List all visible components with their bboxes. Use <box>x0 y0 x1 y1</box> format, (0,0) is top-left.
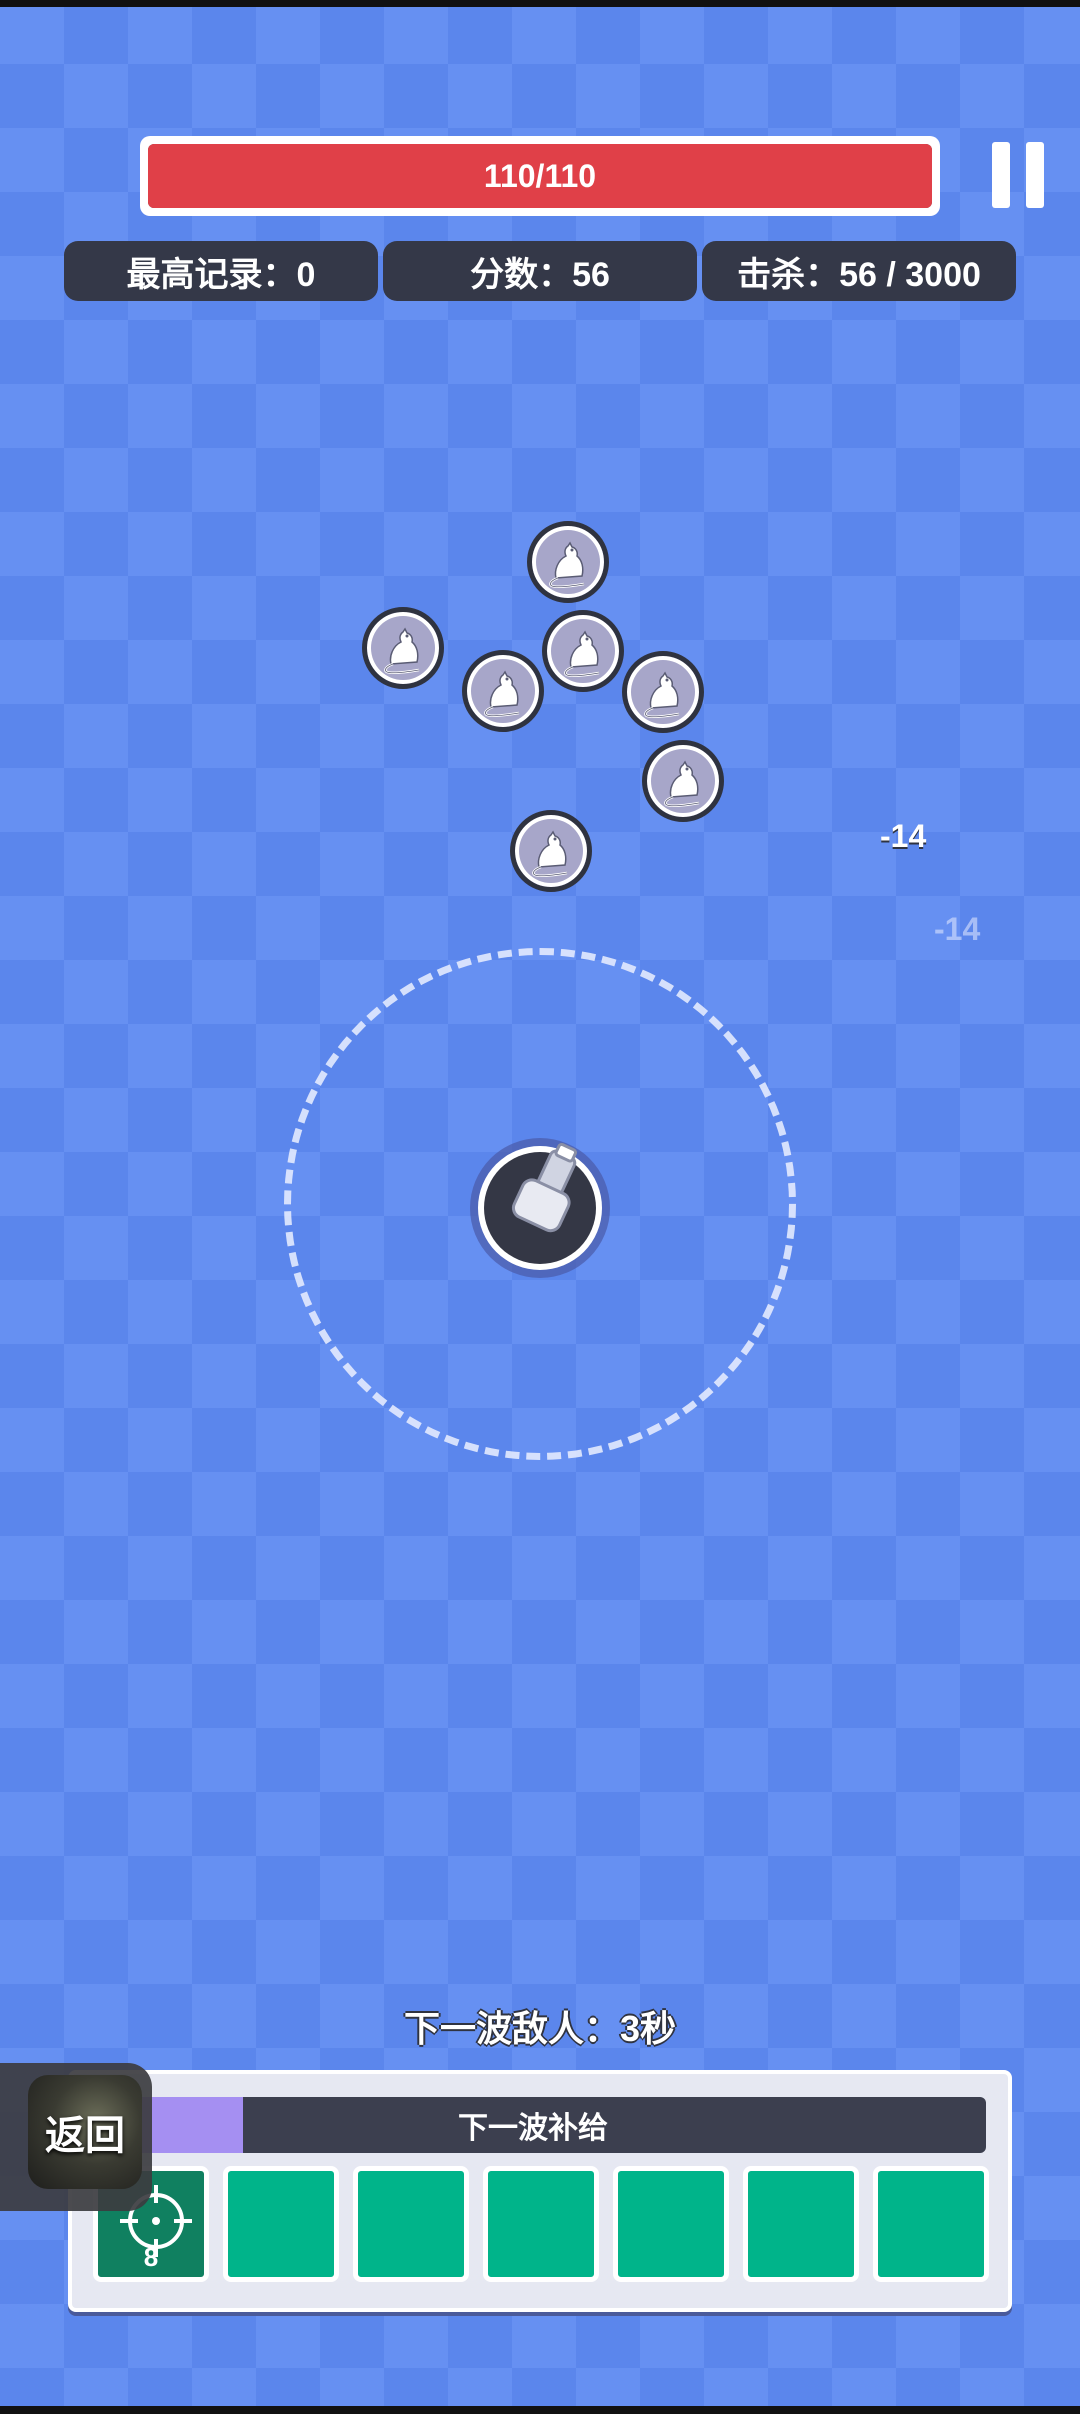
damage-popup: -14 <box>934 911 981 947</box>
pause-icon-bar <box>1026 142 1044 208</box>
health-track: 110/110 <box>148 144 932 208</box>
app-thumbnail: 返回 <box>28 2075 142 2189</box>
bottom-edge <box>0 2406 1080 2414</box>
next-wave-countdown: 下一波敌人：3秒 <box>403 2008 677 2049</box>
supply-progress-bar: 下一波补给 <box>80 2097 986 2153</box>
rat-enemy <box>622 651 704 733</box>
game-screen: 110/110 最高记录：0 分数：56 击杀：56 / 3000 -14 -1… <box>0 0 1080 2414</box>
inventory-slot-7[interactable] <box>873 2166 989 2282</box>
rat-icon <box>549 541 586 589</box>
turret <box>470 1138 610 1278</box>
rat-icon <box>664 760 701 808</box>
pause-icon <box>992 142 1010 208</box>
rat-icon <box>532 830 569 878</box>
rat-enemy <box>362 607 444 689</box>
inventory-slot-6[interactable] <box>743 2166 859 2282</box>
inventory-slot-3[interactable] <box>353 2166 469 2282</box>
rat-icon <box>564 630 601 678</box>
rat-enemy <box>542 610 624 692</box>
top-edge <box>0 0 1080 7</box>
rat-enemy <box>642 740 724 822</box>
rat-icon <box>644 671 681 719</box>
rat-icon <box>384 627 421 675</box>
rat-icon <box>484 670 521 718</box>
best-record-label: 最高记录：0 <box>64 241 378 301</box>
damage-popup: -14 <box>880 818 927 854</box>
inventory-slot-5[interactable] <box>613 2166 729 2282</box>
inventory-slot-4[interactable] <box>483 2166 599 2282</box>
supply-label: 下一波补给 <box>458 2112 608 2145</box>
health-text: 110/110 <box>483 157 597 194</box>
kills-label: 击杀：56 / 3000 <box>702 241 1016 301</box>
inventory-slot-2[interactable] <box>223 2166 339 2282</box>
rat-enemy <box>510 810 592 892</box>
slot-count: 8 <box>143 2242 159 2272</box>
rat-enemy <box>527 521 609 603</box>
rat-enemy <box>462 650 544 732</box>
back-label: 返回 <box>45 2114 125 2158</box>
back-button[interactable]: 返回 <box>0 2063 152 2211</box>
health-bar: 110/110 <box>140 136 940 216</box>
pause-button[interactable] <box>992 142 1048 208</box>
score-label: 分数：56 <box>383 241 697 301</box>
